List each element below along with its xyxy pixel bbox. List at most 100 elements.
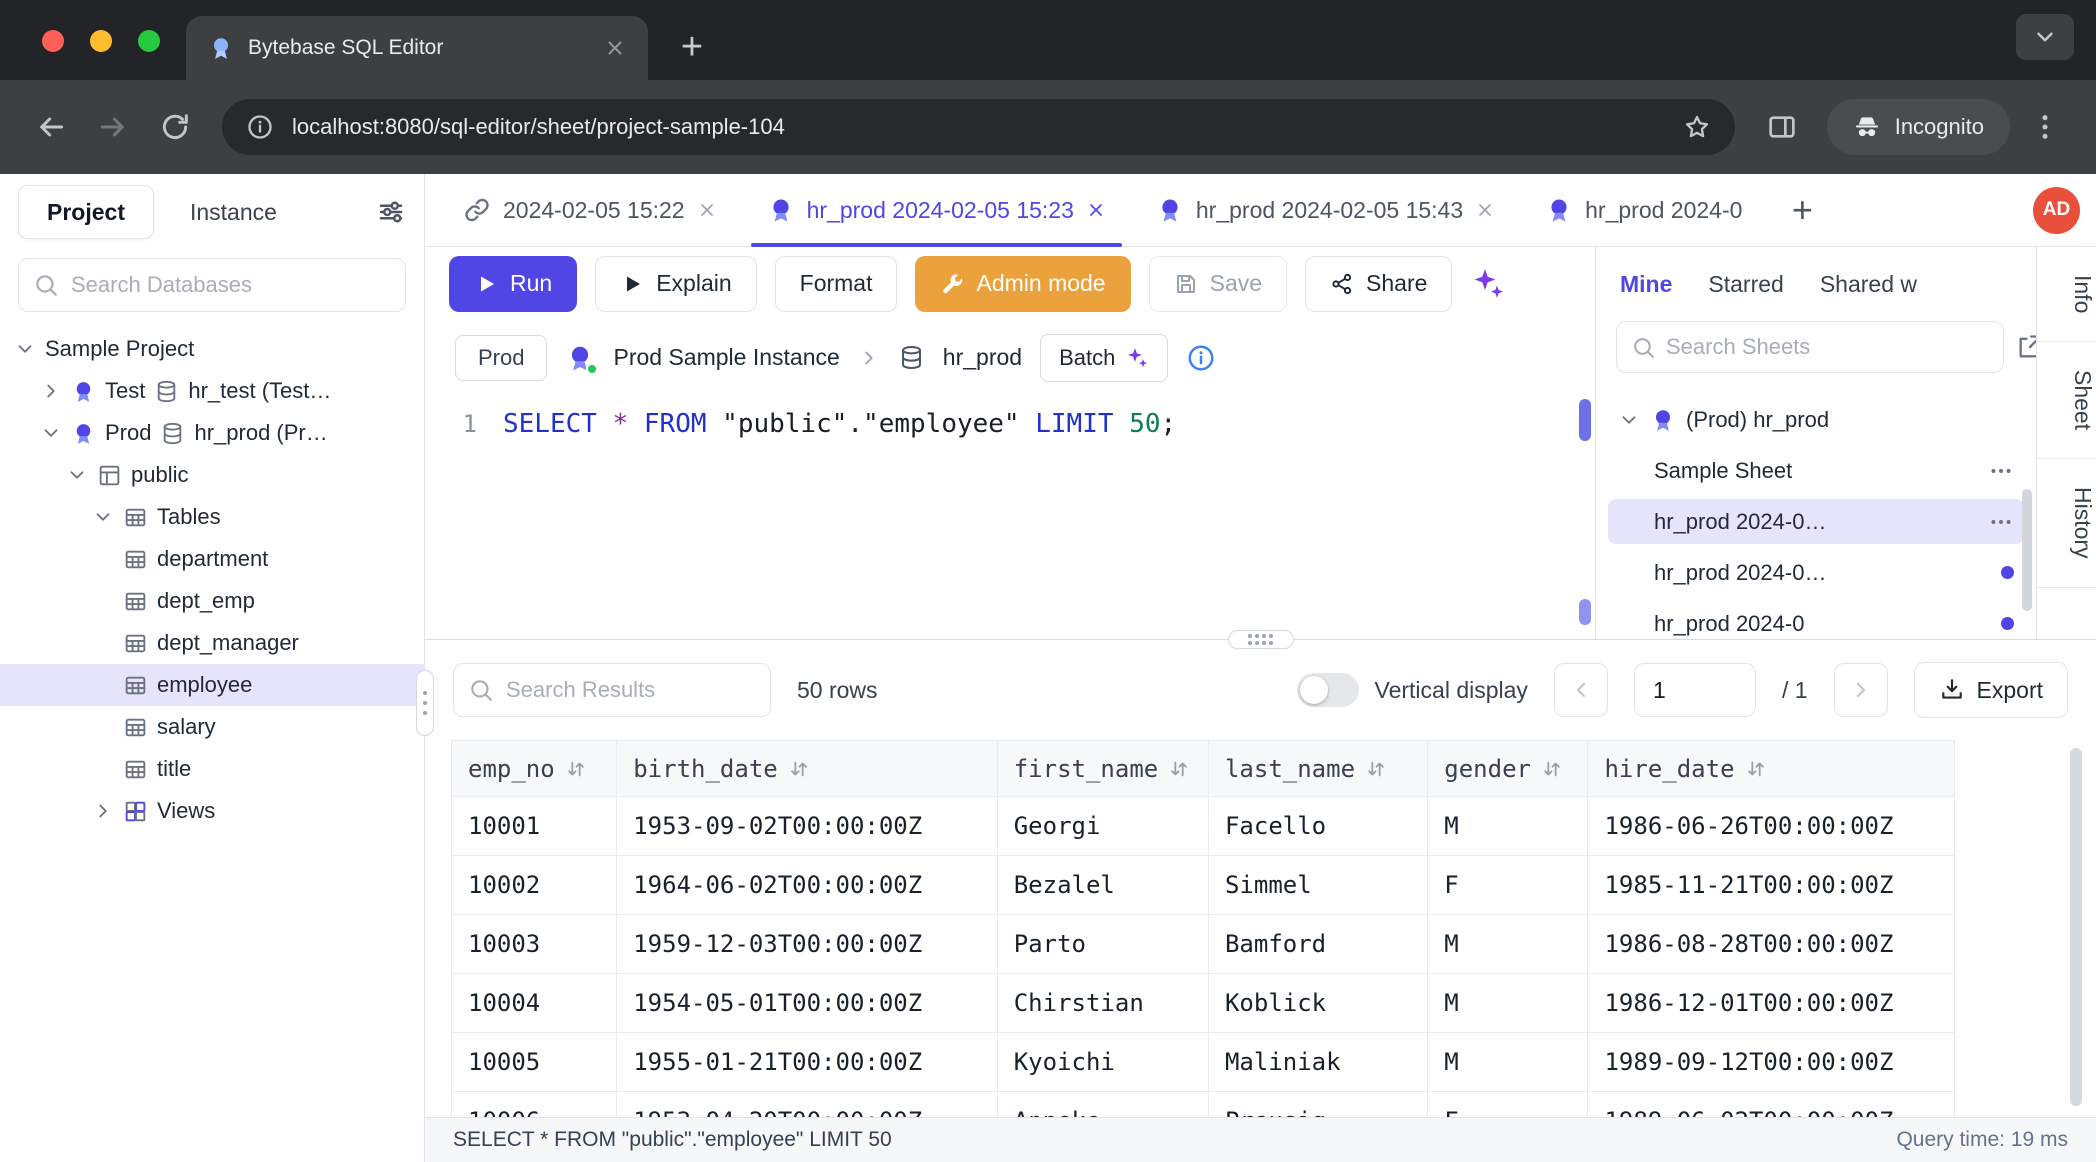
database-name[interactable]: hr_prod [943, 344, 1022, 371]
tree-item-department[interactable]: department [0, 538, 424, 580]
results-search-input[interactable] [506, 677, 756, 703]
bookmark-star-icon[interactable] [1683, 113, 1711, 141]
cell-first-name[interactable]: Bezalel [997, 856, 1208, 915]
cell-emp-no[interactable]: 10005 [452, 1033, 617, 1092]
window-close-button[interactable] [42, 30, 64, 52]
sheet-tab-close-icon[interactable] [697, 200, 717, 220]
database-search-box[interactable] [18, 258, 406, 312]
sheets-search-input[interactable] [1666, 334, 1989, 360]
site-info-icon[interactable] [246, 113, 274, 141]
results-scrollbar-thumb[interactable] [2070, 748, 2082, 1106]
browser-menu-button[interactable] [2018, 100, 2072, 154]
sheet-item-hr-prod-2024-0[interactable]: hr_prod 2024-0… [1608, 550, 2024, 595]
cell-hire-date[interactable]: 1986-12-01T00:00:00Z [1588, 974, 1955, 1033]
tree-item-public[interactable]: public [0, 454, 424, 496]
cell-last-name[interactable]: Preusig [1208, 1092, 1427, 1118]
cell-hire-date[interactable]: 1986-08-28T00:00:00Z [1588, 915, 1955, 974]
tree-item-views[interactable]: Views [0, 790, 424, 832]
sheet-item-menu-icon[interactable] [1988, 509, 2014, 535]
sql-editor[interactable]: 1SELECT * FROM "public"."employee" LIMIT… [425, 395, 1595, 639]
save-button[interactable]: Save [1149, 256, 1287, 312]
tree-item-prod-hr-prod-pr[interactable]: Prodhr_prod (Pr… [0, 412, 424, 454]
cell-birth-date[interactable]: 1955-01-21T00:00:00Z [617, 1033, 998, 1092]
editor-scrollbar-thumb[interactable] [1579, 399, 1591, 441]
new-sheet-button[interactable]: + [1780, 188, 1824, 232]
side-panel-button[interactable] [1755, 100, 1809, 154]
sheet-item-hr-prod-2024-0[interactable]: hr_prod 2024-0… [1608, 499, 2024, 544]
cell-birth-date[interactable]: 1964-06-02T00:00:00Z [617, 856, 998, 915]
sheet-tab-hr-prod-2024-02-05-15-43[interactable]: hr_prod 2024-02-05 15:43 [1134, 174, 1517, 246]
cell-first-name[interactable]: Georgi [997, 797, 1208, 856]
url-text[interactable]: localhost:8080/sql-editor/sheet/project-… [292, 114, 1665, 140]
forward-button[interactable] [86, 100, 140, 154]
sheet-tab-close-icon[interactable] [1475, 200, 1495, 220]
sheet-item-sample-sheet[interactable]: Sample Sheet [1608, 448, 2024, 493]
cell-first-name[interactable]: Anneke [997, 1092, 1208, 1118]
cell-last-name[interactable]: Simmel [1208, 856, 1427, 915]
cell-emp-no[interactable]: 10006 [452, 1092, 617, 1118]
tree-item-employee[interactable]: employee [0, 664, 424, 706]
sheet-item-prod-hr-prod[interactable]: (Prod) hr_prod [1608, 397, 2024, 442]
tree-item-title[interactable]: title [0, 748, 424, 790]
cell-gender[interactable]: M [1428, 915, 1588, 974]
column-header-emp-no[interactable]: emp_no [452, 741, 617, 797]
export-button[interactable]: Export [1914, 662, 2068, 718]
cell-hire-date[interactable]: 1985-11-21T00:00:00Z [1588, 856, 1955, 915]
explain-button[interactable]: Explain [595, 256, 756, 312]
prev-page-button[interactable] [1554, 663, 1608, 717]
window-minimize-button[interactable] [90, 30, 112, 52]
cell-last-name[interactable]: Maliniak [1208, 1033, 1427, 1092]
tab-instance[interactable]: Instance [190, 199, 277, 226]
address-bar[interactable]: localhost:8080/sql-editor/sheet/project-… [222, 99, 1735, 155]
info-icon[interactable] [1186, 343, 1216, 373]
rail-tab-history[interactable]: History [2037, 459, 2096, 588]
database-search-input[interactable] [71, 272, 391, 298]
instance-name[interactable]: Prod Sample Instance [613, 344, 839, 371]
column-header-birth-date[interactable]: birth_date [617, 741, 998, 797]
sheet-tab-hr-prod-2024-02-05-15-23[interactable]: hr_prod 2024-02-05 15:23 [745, 174, 1128, 246]
window-zoom-button[interactable] [138, 30, 160, 52]
tab-starred[interactable]: Starred [1708, 271, 1783, 298]
results-search-box[interactable] [453, 663, 771, 717]
cell-first-name[interactable]: Chirstian [997, 974, 1208, 1033]
cell-gender[interactable]: F [1428, 1092, 1588, 1118]
browser-tab[interactable]: Bytebase SQL Editor [186, 16, 648, 80]
cell-hire-date[interactable]: 1989-09-12T00:00:00Z [1588, 1033, 1955, 1092]
column-header-hire-date[interactable]: hire_date [1588, 741, 1955, 797]
tab-search-button[interactable] [2016, 14, 2074, 60]
sheets-search-box[interactable] [1616, 321, 2004, 373]
admin-mode-button[interactable]: Admin mode [915, 256, 1130, 312]
column-header-gender[interactable]: gender [1428, 741, 1588, 797]
cell-gender[interactable]: M [1428, 797, 1588, 856]
format-button[interactable]: Format [775, 256, 898, 312]
sidebar-resize-handle[interactable] [416, 670, 434, 736]
back-button[interactable] [24, 100, 78, 154]
sheet-tab-hr-prod-2024-0[interactable]: hr_prod 2024-0 [1523, 174, 1764, 246]
cell-emp-no[interactable]: 10004 [452, 974, 617, 1033]
page-number-input[interactable] [1634, 663, 1756, 717]
cell-emp-no[interactable]: 10001 [452, 797, 617, 856]
cell-last-name[interactable]: Bamford [1208, 915, 1427, 974]
tree-item-test-hr-test-test[interactable]: Testhr_test (Test… [0, 370, 424, 412]
ai-sparkles-icon[interactable] [1470, 266, 1506, 302]
share-button[interactable]: Share [1305, 256, 1452, 312]
rail-tab-info[interactable]: Info [2037, 247, 2096, 342]
tab-close-icon[interactable] [604, 37, 626, 59]
filter-settings-icon[interactable] [376, 197, 406, 227]
cell-first-name[interactable]: Parto [997, 915, 1208, 974]
cell-gender[interactable]: F [1428, 856, 1588, 915]
sheet-tab-2024-02-05-15-22[interactable]: 2024-02-05 15:22 [441, 174, 739, 246]
cell-gender[interactable]: M [1428, 974, 1588, 1033]
tree-item-sample-project[interactable]: Sample Project [0, 328, 424, 370]
cell-last-name[interactable]: Koblick [1208, 974, 1427, 1033]
rail-tab-sheet[interactable]: Sheet [2037, 342, 2096, 459]
vertical-display-toggle[interactable] [1297, 673, 1359, 707]
tree-item-tables[interactable]: Tables [0, 496, 424, 538]
cell-last-name[interactable]: Facello [1208, 797, 1427, 856]
cell-emp-no[interactable]: 10003 [452, 915, 617, 974]
sheet-item-hr-prod-2024-0[interactable]: hr_prod 2024-0 [1608, 601, 2024, 639]
panel-resize-handle[interactable] [1228, 630, 1294, 649]
sheets-scrollbar-thumb[interactable] [2022, 489, 2032, 611]
cell-birth-date[interactable]: 1953-09-02T00:00:00Z [617, 797, 998, 856]
tab-mine[interactable]: Mine [1620, 271, 1672, 298]
